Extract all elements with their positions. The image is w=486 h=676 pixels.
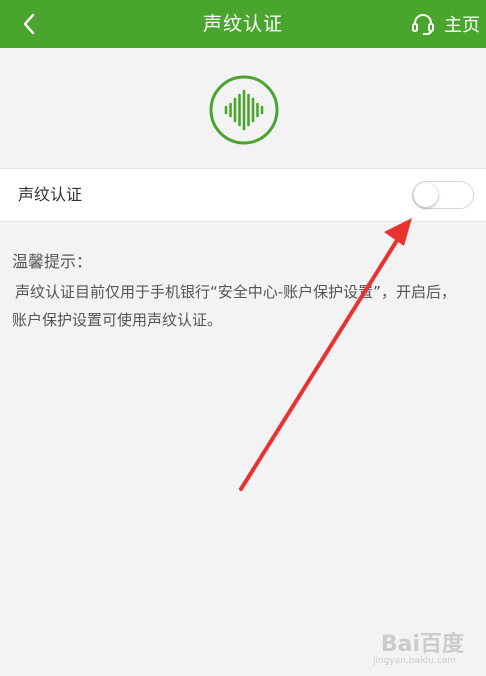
voiceprint-waveform-icon [209, 75, 279, 145]
tip-title: 温馨提示： [12, 252, 93, 271]
hero-icon-area [0, 48, 486, 168]
voiceprint-setting-row: 声纹认证 [0, 168, 486, 222]
voiceprint-toggle-switch[interactable] [412, 181, 474, 209]
watermark-logo: Bai百度 [380, 632, 464, 657]
headset-icon [412, 14, 434, 35]
top-nav-bar: 声纹认证 主页 [0, 0, 486, 48]
watermark-url: jingyan.baidu.com [372, 656, 456, 666]
voiceprint-settings-page: 声纹认证 主页 声纹认证 温馨提示： 声纹认证目前仅用于手机银行“安全中心-账户… [0, 0, 486, 676]
tip-body: 声纹认证目前仅用于手机银行“安全中心-账户保护设置”，开启后，账户保护设置可使用… [12, 283, 456, 329]
home-label: 主页 [444, 15, 480, 36]
home-button[interactable]: 主页 [410, 6, 480, 42]
voiceprint-setting-label: 声纹认证 [18, 185, 83, 204]
toggle-knob [414, 183, 438, 207]
